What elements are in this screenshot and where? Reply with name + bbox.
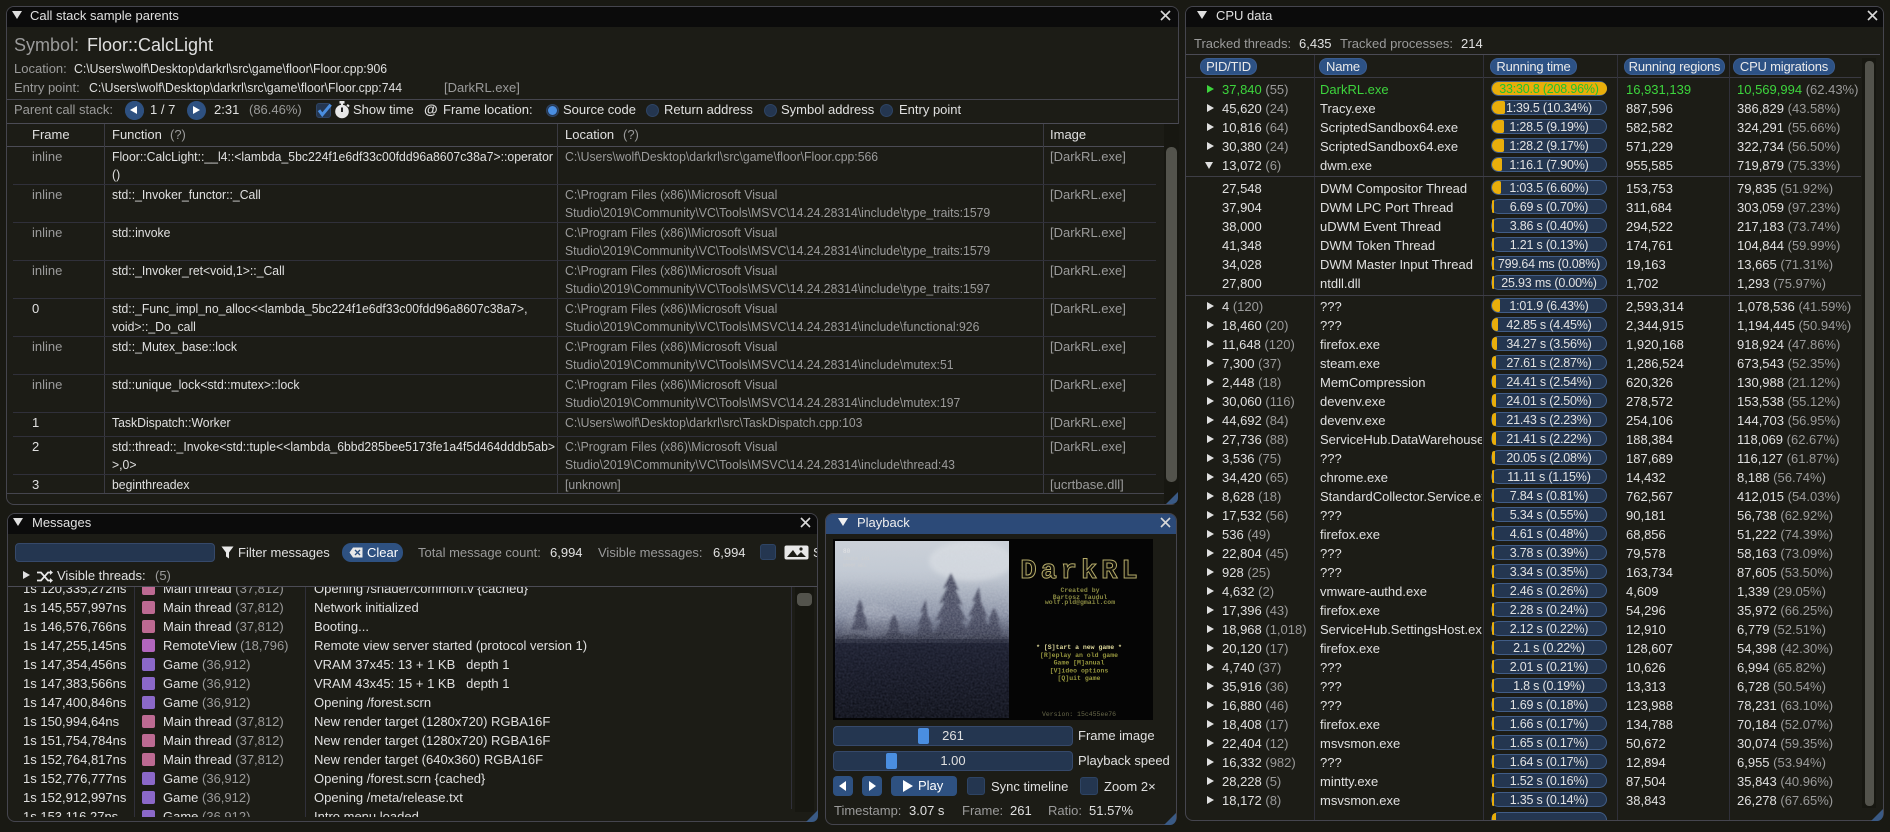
svg-text:DarkRL: DarkRL — [1020, 557, 1141, 587]
svg-text:Game [M]anual: Game [M]anual — [1054, 660, 1105, 667]
svg-text:NMMM WEL: NMMM WEL — [843, 563, 867, 569]
svg-text:[R]eplay an old game: [R]eplay an old game — [1040, 652, 1118, 659]
svg-text:Created by: Created by — [1060, 587, 1099, 594]
svg-text:wolf.pld@gmail.com: wolf.pld@gmail.com — [1045, 599, 1115, 606]
svg-text:[Q]uit game: [Q]uit game — [1058, 675, 1101, 682]
svg-text:* [S]tart a new game *: * [S]tart a new game * — [1036, 644, 1122, 651]
svg-text:Version: 15c455ee76: Version: 15c455ee76 — [1042, 711, 1116, 718]
svg-text:[V]ideo options: [V]ideo options — [1050, 668, 1109, 675]
svg-text:80: 80 — [843, 548, 851, 555]
svg-text:1buts 101: 1buts 101 — [843, 556, 870, 562]
